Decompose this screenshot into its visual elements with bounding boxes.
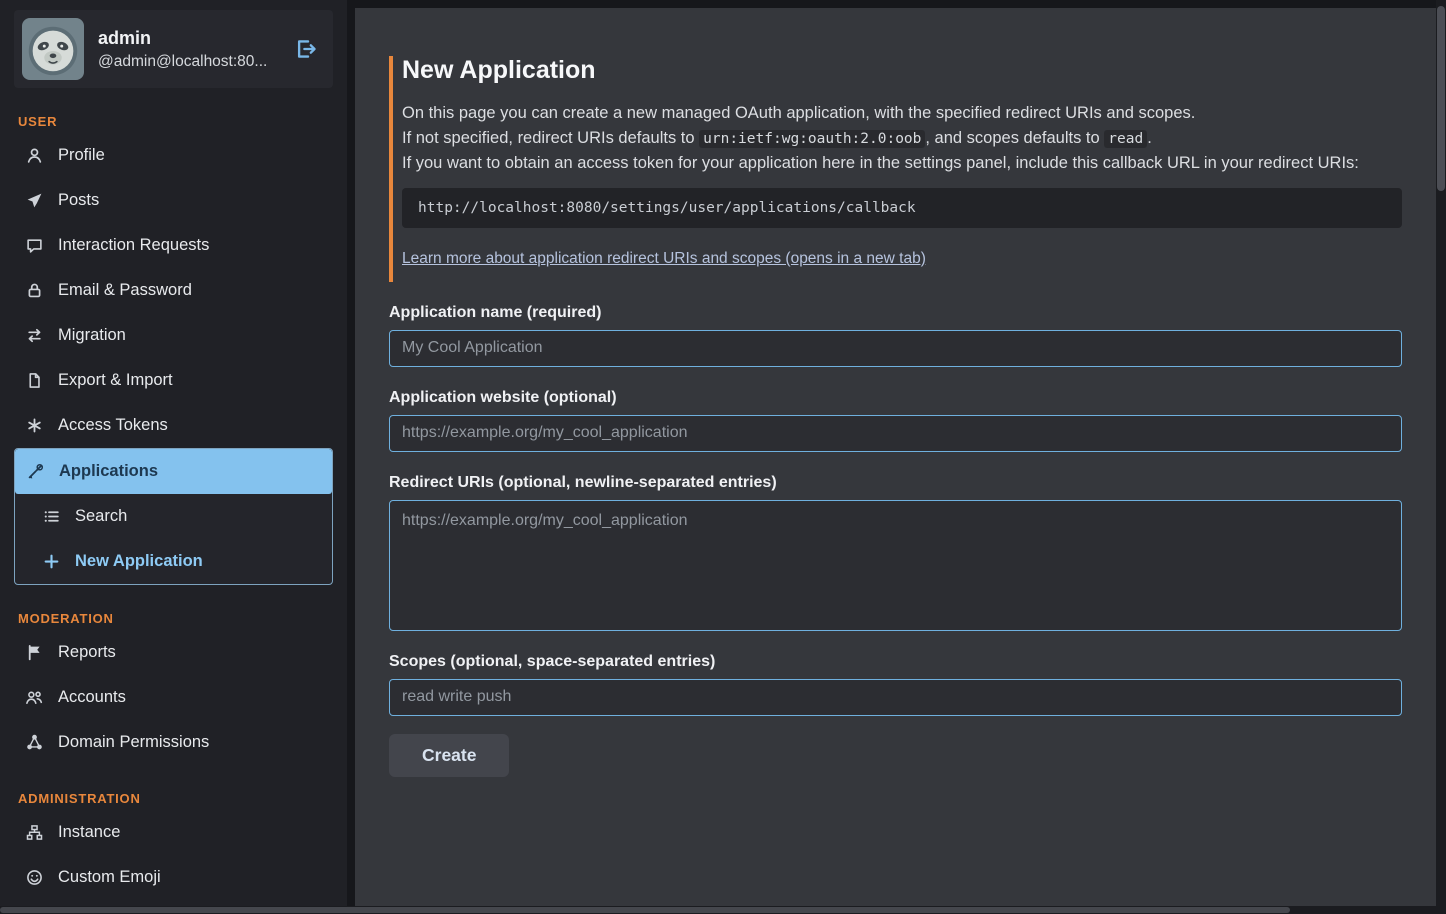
- sidebar-item-interaction-requests[interactable]: Interaction Requests: [14, 223, 333, 268]
- sidebar-item-access-tokens[interactable]: Access Tokens: [14, 403, 333, 448]
- applications-nav-group: Applications Search New Application: [14, 448, 333, 585]
- callback-url-code-block: http://localhost:8080/settings/user/appl…: [402, 188, 1402, 228]
- paper-plane-icon: [24, 192, 44, 209]
- sidebar-item-posts[interactable]: Posts: [14, 178, 333, 223]
- vertical-scrollbar-thumb[interactable]: [1437, 6, 1445, 191]
- sidebar-item-email-password[interactable]: Email & Password: [14, 268, 333, 313]
- sidebar-item-accounts[interactable]: Accounts: [14, 675, 333, 720]
- sidebar-item-label: Access Tokens: [58, 416, 168, 435]
- comment-icon: [24, 237, 44, 254]
- horizontal-scrollbar-thumb[interactable]: [0, 907, 1290, 913]
- horizontal-scrollbar[interactable]: [0, 906, 1446, 914]
- sidebar: admin @admin@localhost:80... USER Profil…: [0, 0, 347, 914]
- user-handle: @admin@localhost:80...: [98, 53, 277, 71]
- sidebar-item-applications[interactable]: Applications: [15, 449, 332, 494]
- sidebar-item-label: Reports: [58, 643, 116, 662]
- main-content: New Application On this page you can cre…: [355, 8, 1436, 906]
- token-icon: [24, 417, 44, 434]
- callback-url: http://localhost:8080/settings/user/appl…: [418, 200, 916, 216]
- tools-icon: [25, 463, 45, 480]
- section-header-moderation: MODERATION: [18, 611, 329, 626]
- user-meta: admin @admin@localhost:80...: [98, 28, 277, 71]
- sidebar-item-export-import[interactable]: Export & Import: [14, 358, 333, 403]
- user-name: admin: [98, 28, 277, 49]
- circle-nodes-icon: [24, 734, 44, 751]
- sidebar-item-applications-search[interactable]: Search: [15, 494, 332, 539]
- application-website-input[interactable]: [389, 415, 1402, 452]
- vertical-scrollbar[interactable]: [1436, 0, 1446, 914]
- page-header-block: New Application On this page you can cre…: [389, 56, 1402, 282]
- file-export-icon: [24, 372, 44, 389]
- sidebar-item-custom-emoji[interactable]: Custom Emoji: [14, 855, 333, 900]
- sidebar-item-label: Posts: [58, 191, 99, 210]
- migration-arrows-icon: [24, 327, 44, 344]
- inline-code-oob: urn:ietf:wg:oauth:2.0:oob: [699, 130, 925, 148]
- logout-icon: [295, 38, 317, 60]
- user-card[interactable]: admin @admin@localhost:80...: [14, 10, 333, 88]
- redirect-uris-textarea[interactable]: [389, 500, 1402, 631]
- sidebar-item-label: Search: [75, 507, 127, 526]
- avatar: [22, 18, 84, 80]
- sidebar-item-label: Email & Password: [58, 281, 192, 300]
- sitemap-icon: [24, 824, 44, 841]
- scopes-input[interactable]: [389, 679, 1402, 716]
- sidebar-item-migration[interactable]: Migration: [14, 313, 333, 358]
- sidebar-item-label: Instance: [58, 823, 120, 842]
- sidebar-item-label: Interaction Requests: [58, 236, 209, 255]
- new-application-form: Application name (required) Application …: [389, 304, 1402, 777]
- logout-button[interactable]: [291, 34, 321, 64]
- learn-more-link[interactable]: Learn more about application redirect UR…: [402, 250, 926, 268]
- sidebar-item-label: Profile: [58, 146, 105, 165]
- list-icon: [41, 508, 61, 525]
- description-line-1: On this page you can create a new manage…: [402, 101, 1402, 126]
- page-description: On this page you can create a new manage…: [402, 101, 1402, 176]
- sidebar-item-new-application[interactable]: New Application: [15, 539, 332, 584]
- lock-icon: [24, 282, 44, 299]
- sidebar-item-label: Accounts: [58, 688, 126, 707]
- application-name-input[interactable]: [389, 330, 1402, 367]
- redirect-uris-label: Redirect URIs (optional, newline-separat…: [389, 474, 1402, 492]
- sidebar-item-label: Export & Import: [58, 371, 173, 390]
- flag-icon: [24, 644, 44, 661]
- sidebar-item-instance[interactable]: Instance: [14, 810, 333, 855]
- sidebar-item-label: Applications: [59, 462, 158, 481]
- sidebar-item-label: Domain Permissions: [58, 733, 209, 752]
- description-line-2: If not specified, redirect URIs defaults…: [402, 126, 1402, 152]
- user-icon: [24, 147, 44, 164]
- sidebar-item-profile[interactable]: Profile: [14, 133, 333, 178]
- create-button[interactable]: Create: [389, 734, 509, 777]
- section-header-user: USER: [18, 114, 329, 129]
- scopes-label: Scopes (optional, space-separated entrie…: [389, 653, 1402, 671]
- application-name-label: Application name (required): [389, 304, 1402, 322]
- sidebar-item-label: Custom Emoji: [58, 868, 161, 887]
- users-icon: [24, 689, 44, 706]
- description-line-3: If you want to obtain an access token fo…: [402, 151, 1402, 176]
- section-header-administration: ADMINISTRATION: [18, 791, 329, 806]
- application-website-label: Application website (optional): [389, 389, 1402, 407]
- sidebar-item-label: New Application: [75, 552, 203, 571]
- page-title: New Application: [402, 56, 1402, 85]
- sidebar-item-domain-permissions[interactable]: Domain Permissions: [14, 720, 333, 765]
- sidebar-item-reports[interactable]: Reports: [14, 630, 333, 675]
- inline-code-read: read: [1104, 130, 1147, 148]
- sidebar-item-label: Migration: [58, 326, 126, 345]
- emoji-icon: [24, 869, 44, 886]
- plus-icon: [41, 553, 61, 570]
